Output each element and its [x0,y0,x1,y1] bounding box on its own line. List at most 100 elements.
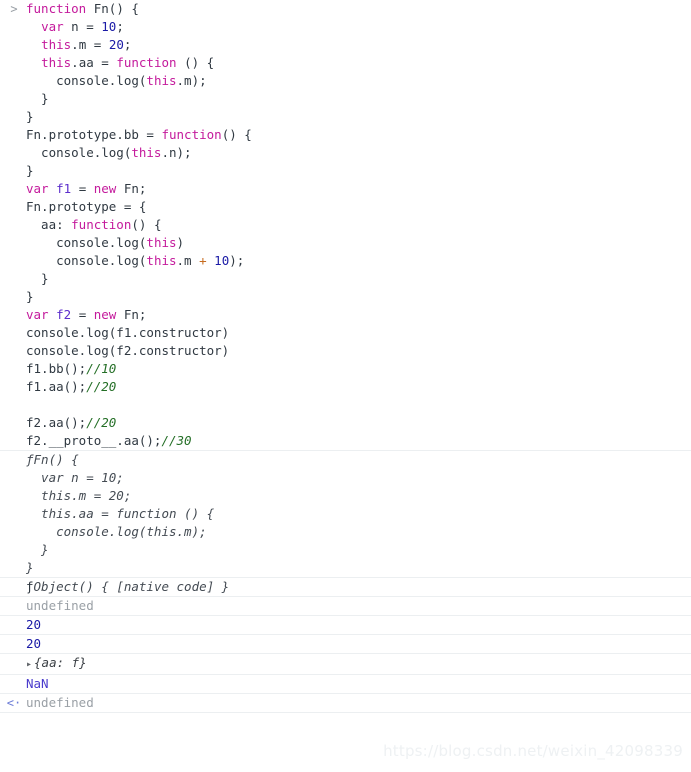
code-token: var [26,307,49,322]
value-text: undefined [26,598,94,613]
code-token: //30 [161,433,192,448]
code-token: () { [131,217,162,232]
code-line: Fn.prototype.bb = function() { [0,126,691,144]
value-text: NaN [26,676,49,691]
code-token: this [41,55,72,70]
function-source-line: this.m = 20; [0,487,691,505]
code-line: console.log(f2.constructor) [0,342,691,360]
function-source-text: this.m = 20; [26,488,132,503]
function-source-line: console.log(this.m); [0,523,691,541]
code-token: console.log(f1.constructor) [26,325,230,340]
code-token: this [146,253,177,268]
code-line: f1.aa();//20 [0,378,691,396]
code-line: } [0,270,691,288]
code-token: = [71,307,94,322]
console-output-value: NaN [0,675,691,693]
code-token: //10 [86,361,117,376]
code-token: console.log( [26,235,147,250]
code-line: f2.aa();//20 [0,414,691,432]
code-line: console.log(this.m + 10); [0,252,691,270]
function-source-line: this.aa = function () { [0,505,691,523]
code-token: console.log( [26,253,147,268]
console-output-value: ▸ {aa: f} [0,654,691,674]
console-output-row[interactable]: <· undefined [0,693,691,713]
code-line: this.m = 20; [0,36,691,54]
code-token: //20 [86,379,117,394]
function-source-line: } [0,559,691,577]
code-token: } [26,271,49,286]
code-token: ) [176,235,185,250]
value-text: 20 [26,617,42,632]
code-token: 10 [101,19,117,34]
console-output-row[interactable]: ƒObject() { [native code] } [0,577,691,596]
value-text: 20 [26,636,42,651]
code-token: function [116,55,177,70]
code-token: } [26,163,34,178]
code-line: f2.__proto__.aa();//30 [0,432,691,450]
code-token: this [146,73,177,88]
code-token: 20 [108,37,124,52]
expand-triangle-icon[interactable]: ▸ [26,659,34,670]
function-source-line: } [0,541,691,559]
code-token: = [71,181,94,196]
code-token: + [199,253,207,268]
code-line: f1.bb();//10 [0,360,691,378]
native-function-text: Object() { [native code] } [33,579,230,594]
console-output-row[interactable]: ▸ {aa: f} [0,653,691,674]
code-token: //20 [86,415,117,430]
code-token: console.log(f2.constructor) [26,343,230,358]
console-output-row[interactable]: NaN [0,674,691,693]
code-token: Fn() { [93,1,139,16]
code-token: () { [176,55,215,70]
code-token: console.log( [26,145,132,160]
code-token: var [41,19,64,34]
code-token: var [26,181,49,196]
code-line: } [0,90,691,108]
code-token: ; [116,19,124,34]
code-line: } [0,288,691,306]
object-preview-text[interactable]: {aa: f} [34,655,87,670]
code-line: var f1 = new Fn; [0,180,691,198]
code-token: } [26,109,34,124]
code-token: function [26,1,87,16]
console-output-row[interactable]: 20 [0,634,691,653]
code-line: } [0,162,691,180]
code-token: new [93,307,117,322]
code-token: () { [221,127,252,142]
devtools-console-panel[interactable]: > function Fn() { var n = 10; this.m = 2… [0,0,691,713]
console-output-value: 20 [0,635,691,653]
console-output-value: undefined [0,597,691,615]
code-token: function [161,127,222,142]
code-token: 10 [214,253,230,268]
code-token: .m = [71,37,109,52]
console-output-rows[interactable]: ƒObject() { [native code] } undefined 20 20… [0,577,691,713]
console-output-function-source[interactable]: ƒFn() { var n = 10; this.m = 20; this.aa… [0,450,691,577]
code-token: } [26,91,49,106]
console-input-lines[interactable]: function Fn() { var n = 10; this.m = 20;… [0,0,691,450]
console-output-value: ƒObject() { [native code] } [0,578,691,596]
code-token: this [131,145,162,160]
code-token: Fn; [116,181,147,196]
code-token: f2.__proto__.aa(); [26,433,162,448]
code-line: var n = 10; [0,18,691,36]
code-token: n = [63,19,102,34]
code-line: console.log(this.m); [0,72,691,90]
code-line: function Fn() { [0,0,691,18]
code-line: console.log(this) [0,234,691,252]
code-token: .m [176,253,200,268]
function-source-text: } [26,560,34,575]
console-output-value: undefined [0,694,691,712]
code-line: } [0,108,691,126]
function-source-text: Fn() { [33,452,79,467]
code-token: f1 [56,181,72,196]
code-token: .m); [176,73,207,88]
console-output-row[interactable]: 20 [0,615,691,634]
console-output-row[interactable]: undefined [0,596,691,615]
code-line: Fn.prototype = { [0,198,691,216]
console-input-expression[interactable]: > function Fn() { var n = 10; this.m = 2… [0,0,691,450]
